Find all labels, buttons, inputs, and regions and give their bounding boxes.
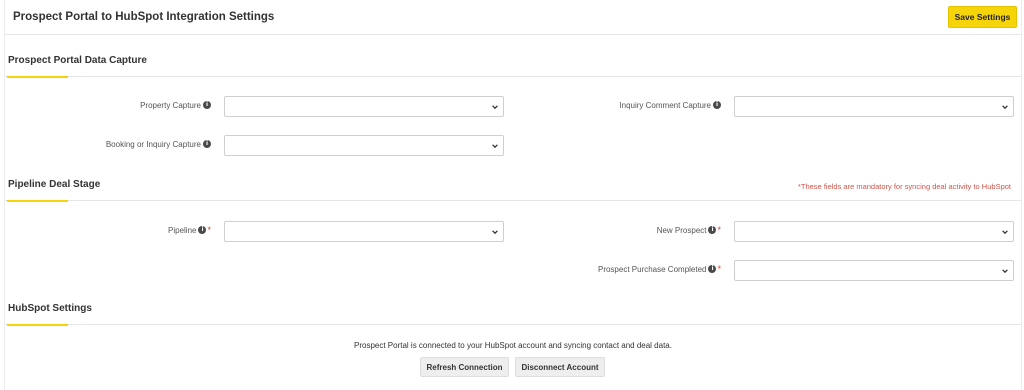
section-title: Prospect Portal Data Capture — [8, 55, 147, 66]
chevron-down-icon — [492, 230, 498, 235]
info-icon[interactable]: i — [198, 226, 207, 234]
section-data-capture: Prospect Portal Data Capture — [5, 49, 1021, 78]
save-settings-button[interactable]: Save Settings — [948, 6, 1017, 28]
new-prospect-label: New Prospect i * — [656, 225, 721, 235]
section-title: Pipeline Deal Stage — [8, 179, 101, 190]
disconnect-account-button[interactable]: Disconnect Account — [515, 357, 605, 377]
property-capture-select[interactable] — [224, 96, 504, 117]
info-icon[interactable]: i — [708, 265, 717, 273]
required-marker: * — [717, 264, 721, 274]
connection-status-text: Prospect Portal is connected to your Hub… — [354, 341, 672, 350]
purchase-completed-select[interactable] — [734, 260, 1014, 281]
new-prospect-select[interactable] — [734, 221, 1014, 242]
pipeline-label: Pipeline i * — [168, 225, 211, 235]
info-icon[interactable]: i — [203, 140, 211, 148]
mandatory-note: *These fields are mandatory for syncing … — [797, 182, 1011, 191]
section-title: HubSpot Settings — [8, 303, 92, 314]
refresh-connection-button[interactable]: Refresh Connection — [420, 357, 509, 377]
chevron-down-icon — [492, 105, 498, 110]
purchase-completed-label: Prospect Purchase Completed i * — [597, 264, 721, 274]
inquiry-comment-capture-select[interactable] — [734, 96, 1014, 117]
chevron-down-icon — [492, 144, 498, 149]
section-hubspot: HubSpot Settings — [5, 297, 1021, 326]
chevron-down-icon — [1002, 230, 1008, 235]
required-marker: * — [717, 225, 721, 235]
chevron-down-icon — [1002, 269, 1008, 274]
required-marker: * — [207, 225, 211, 235]
booking-inquiry-capture-select[interactable] — [224, 135, 504, 156]
section-underline — [7, 324, 68, 326]
section-underline — [7, 76, 68, 78]
section-pipeline: Pipeline Deal Stage *These fields are ma… — [5, 173, 1021, 202]
info-icon[interactable]: i — [708, 226, 717, 234]
header-bar: Prospect Portal to HubSpot Integration S… — [5, 0, 1021, 35]
booking-inquiry-capture-label: Booking or Inquiry Capture i — [45, 138, 211, 150]
property-capture-label: Property Capture i — [45, 99, 211, 111]
page-title: Prospect Portal to HubSpot Integration S… — [13, 11, 275, 23]
settings-panel: Prospect Portal to HubSpot Integration S… — [4, 0, 1022, 390]
section-underline — [7, 200, 68, 202]
inquiry-comment-capture-label: Inquiry Comment Capture i — [525, 99, 721, 111]
pipeline-select[interactable] — [224, 221, 504, 242]
chevron-down-icon — [1002, 105, 1008, 110]
info-icon[interactable]: i — [203, 101, 211, 109]
info-icon[interactable]: i — [713, 101, 721, 109]
